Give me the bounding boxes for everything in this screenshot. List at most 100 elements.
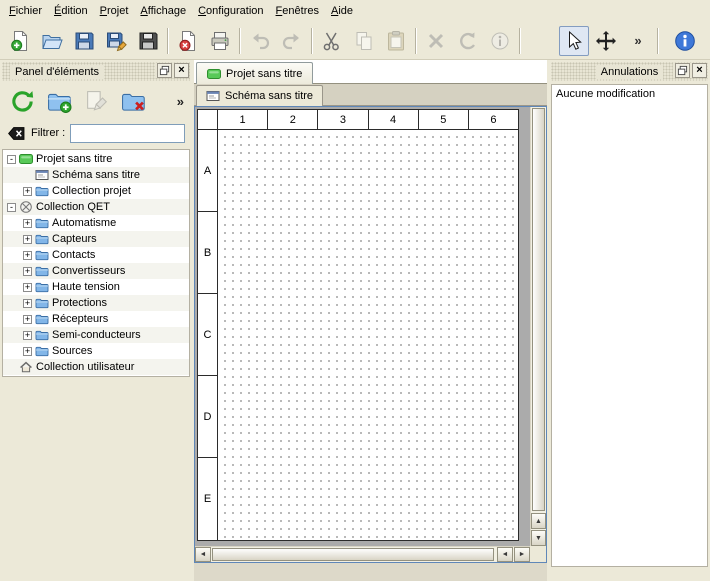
new-file-button[interactable] bbox=[5, 26, 35, 56]
float-panel-button[interactable] bbox=[157, 63, 172, 78]
tree-item-haute-tension[interactable]: + Haute tension bbox=[3, 279, 189, 295]
expand-icon[interactable]: + bbox=[23, 187, 32, 196]
horizontal-scrollbar[interactable]: ◄ ◄ ► bbox=[195, 546, 530, 562]
expand-icon[interactable]: + bbox=[23, 315, 32, 324]
menu-fichier[interactable]: Fichier bbox=[3, 2, 48, 20]
select-tool-icon bbox=[563, 30, 585, 52]
tree-item-semi-conducteurs[interactable]: + Semi-conducteurs bbox=[3, 327, 189, 343]
tree-item-protections[interactable]: +Protections bbox=[3, 295, 189, 311]
expand-icon[interactable]: + bbox=[23, 219, 32, 228]
vertical-scrollbar-thumb[interactable] bbox=[532, 108, 545, 511]
redo-button[interactable] bbox=[277, 26, 307, 56]
diagram-grid[interactable] bbox=[218, 130, 518, 540]
diagram-view[interactable]: 123456 ABCDE ▲ ▼ ◄ ◄ ► bbox=[194, 106, 547, 563]
filter-label: Filtrer : bbox=[31, 127, 65, 139]
scroll-left-button[interactable]: ◄ bbox=[195, 547, 211, 562]
arrow-right-icon: ► bbox=[519, 551, 526, 558]
tree-item-label: Semi-conducteurs bbox=[52, 329, 141, 341]
close-file-button[interactable] bbox=[173, 26, 203, 56]
project-icon bbox=[207, 67, 221, 81]
scroll-down-button[interactable]: ▼ bbox=[531, 530, 546, 546]
cut-icon bbox=[321, 30, 343, 52]
menu-affichage[interactable]: Affichage bbox=[134, 2, 192, 20]
save-file-button[interactable] bbox=[69, 26, 99, 56]
copy-icon bbox=[353, 30, 375, 52]
expand-icon[interactable]: + bbox=[23, 283, 32, 292]
paste-button[interactable] bbox=[381, 26, 411, 56]
save-all-button[interactable] bbox=[133, 26, 163, 56]
project-tab[interactable]: Projet sans titre bbox=[196, 62, 313, 84]
tree-item-label: Haute tension bbox=[52, 281, 120, 293]
reload-collections-button[interactable] bbox=[8, 87, 36, 115]
collapse-icon[interactable]: - bbox=[7, 203, 16, 212]
diagram-infos-button[interactable] bbox=[485, 26, 515, 56]
vertical-scrollbar[interactable]: ▲ ▼ bbox=[530, 107, 546, 546]
row-header-a: A bbox=[198, 130, 217, 212]
save-as-icon bbox=[105, 30, 127, 52]
expand-icon[interactable]: + bbox=[23, 251, 32, 260]
elements-panel: Panel d'éléments × » Filtrer : -Projet s… bbox=[0, 60, 192, 581]
project-workspace: Schéma sans titre 123456 ABCDE ▲ ▼ bbox=[194, 84, 547, 581]
scroll-up-button[interactable]: ▲ bbox=[531, 513, 546, 529]
clear-filter-button[interactable] bbox=[7, 124, 26, 143]
about-qet-button[interactable] bbox=[670, 26, 700, 56]
tree-item-collection-utilisateur[interactable]: Collection utilisateur bbox=[3, 359, 189, 375]
tree-item-capteurs[interactable]: +Capteurs bbox=[3, 231, 189, 247]
menu-edition[interactable]: Édition bbox=[48, 2, 94, 20]
column-header-3: 3 bbox=[318, 110, 368, 129]
qet-icon bbox=[19, 200, 33, 214]
main-toolbar: » bbox=[0, 22, 710, 60]
undo-button[interactable] bbox=[245, 26, 275, 56]
print-button[interactable] bbox=[205, 26, 235, 56]
expand-icon[interactable]: + bbox=[23, 299, 32, 308]
expand-icon[interactable]: + bbox=[23, 331, 32, 340]
folder-icon bbox=[35, 184, 49, 198]
delete-button[interactable] bbox=[421, 26, 451, 56]
diagram-tab[interactable]: Schéma sans titre bbox=[196, 85, 323, 106]
expand-icon[interactable]: + bbox=[23, 267, 32, 276]
close-panel-button[interactable]: × bbox=[174, 63, 189, 78]
new-element-button[interactable] bbox=[45, 87, 73, 115]
tree-item-recepteurs[interactable]: +Récepteurs bbox=[3, 311, 189, 327]
edit-element-button[interactable] bbox=[82, 87, 110, 115]
menu-projet[interactable]: Projet bbox=[94, 2, 135, 20]
toolbar-separator bbox=[519, 28, 521, 54]
scroll-right-button[interactable]: ► bbox=[514, 547, 530, 562]
toolbar-overflow-button[interactable]: » bbox=[623, 26, 653, 56]
tree-item-label: Contacts bbox=[52, 249, 95, 261]
save-as-button[interactable] bbox=[101, 26, 131, 56]
filter-input[interactable] bbox=[70, 124, 185, 143]
copy-button[interactable] bbox=[349, 26, 379, 56]
open-file-button[interactable] bbox=[37, 26, 67, 56]
move-tool-button[interactable] bbox=[591, 26, 621, 56]
undo-icon bbox=[249, 30, 271, 52]
menu-fenetres[interactable]: Fenêtres bbox=[270, 2, 325, 20]
delete-element-button[interactable] bbox=[119, 87, 147, 115]
menu-configuration[interactable]: Configuration bbox=[192, 2, 269, 20]
column-header-5: 5 bbox=[419, 110, 469, 129]
scroll-left-button-2[interactable]: ◄ bbox=[497, 547, 513, 562]
tree-item-automatisme[interactable]: +Automatisme bbox=[3, 215, 189, 231]
expand-icon[interactable]: + bbox=[23, 235, 32, 244]
close-panel-button[interactable]: × bbox=[692, 63, 707, 78]
panel-overflow-button[interactable]: » bbox=[177, 94, 184, 109]
expand-icon[interactable]: + bbox=[23, 347, 32, 356]
menu-aide[interactable]: Aide bbox=[325, 2, 359, 20]
tree-item-projet-sans-titre[interactable]: -Projet sans titre bbox=[3, 151, 189, 167]
cut-button[interactable] bbox=[317, 26, 347, 56]
elements-panel-toolbar: » bbox=[0, 82, 192, 120]
horizontal-scrollbar-thumb[interactable] bbox=[212, 548, 494, 561]
tree-item-sources[interactable]: +Sources bbox=[3, 343, 189, 359]
tree-item-contacts[interactable]: + Contacts bbox=[3, 247, 189, 263]
select-tool-button[interactable] bbox=[559, 26, 589, 56]
collapse-icon[interactable]: - bbox=[7, 155, 16, 164]
undo-panel: Annulations × Aucune modification bbox=[549, 60, 710, 581]
tree-item-schema-sans-titre[interactable]: Schéma sans titre bbox=[3, 167, 189, 183]
float-panel-button[interactable] bbox=[675, 63, 690, 78]
toolbar-overflow-icon: » bbox=[634, 33, 641, 48]
tree-item-collection-projet[interactable]: +Collection projet bbox=[3, 183, 189, 199]
tree-item-collection-qet[interactable]: -Collection QET bbox=[3, 199, 189, 215]
tree-item-convertisseurs[interactable]: +Convertisseurs bbox=[3, 263, 189, 279]
rotate-button[interactable] bbox=[453, 26, 483, 56]
undo-list-empty-item[interactable]: Aucune modification bbox=[556, 88, 703, 103]
